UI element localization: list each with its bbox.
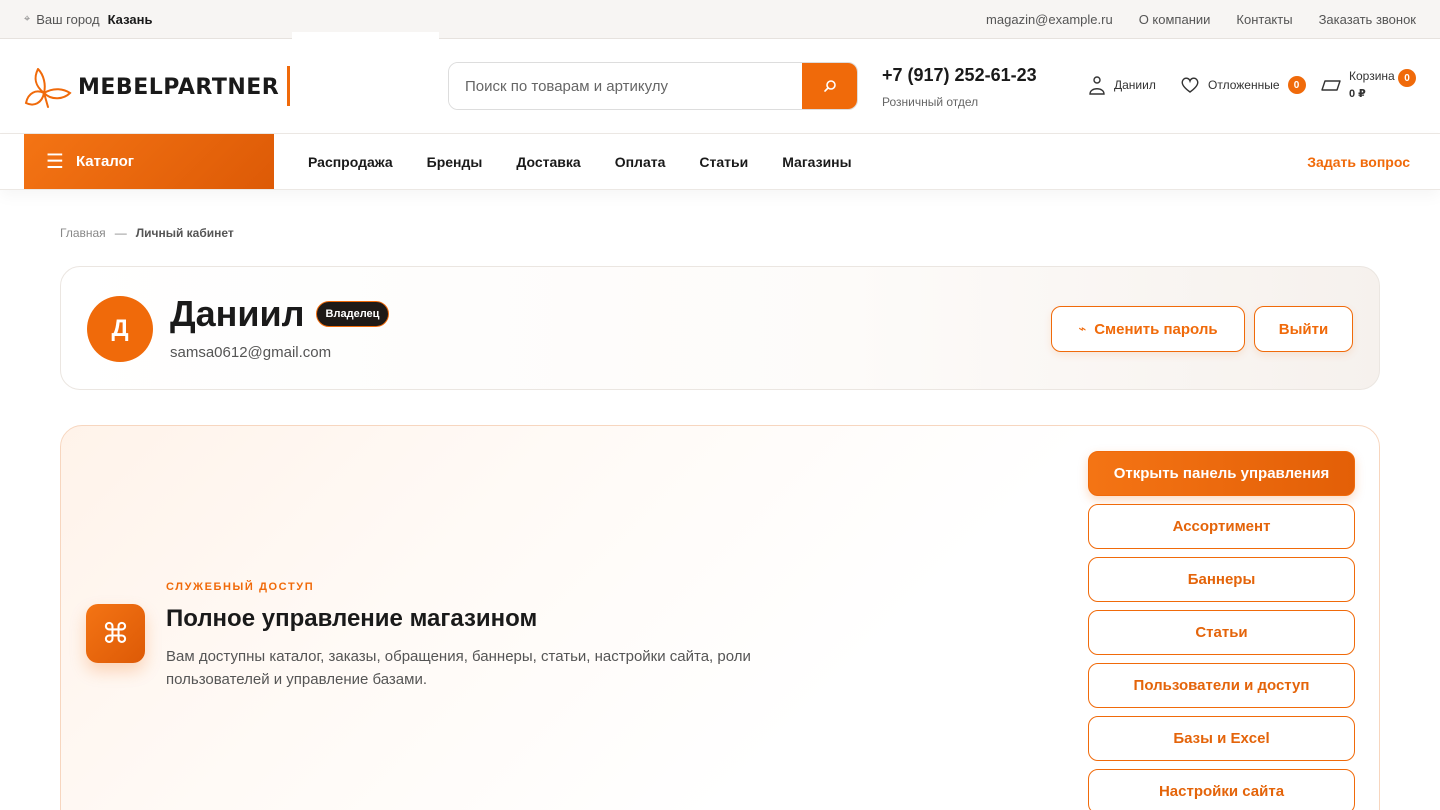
search-icon — [823, 80, 836, 92]
site-header: MEBELPARTNER +7 (917) 252-61-23 Розничны… — [0, 32, 1440, 134]
admin-description: Вам доступны каталог, заказы, обращения,… — [166, 648, 751, 688]
nav-item-payment[interactable]: Оплата — [615, 154, 666, 170]
header-tab-decoration — [292, 32, 439, 40]
city-selector[interactable]: ⌖ Ваш город Казань — [24, 12, 152, 27]
top-link-email[interactable]: magazin@example.ru — [986, 12, 1113, 27]
main-nav: ☰ Каталог Распродажа Бренды Доставка Опл… — [0, 134, 1440, 190]
cart-label: Корзина — [1349, 69, 1395, 83]
top-link-callback[interactable]: Заказать звонок — [1319, 12, 1416, 27]
breadcrumb-home[interactable]: Главная — [60, 226, 106, 240]
logout-button[interactable]: Выйти — [1254, 306, 1353, 352]
command-icon: ⌘ — [86, 604, 145, 663]
search-bar — [448, 62, 858, 110]
header-user-name: Даниил — [1114, 78, 1156, 92]
breadcrumb-current: Личный кабинет — [135, 226, 234, 240]
top-bar: ⌖ Ваш город Казань magazin@example.ru О … — [0, 0, 1440, 39]
logo-divider — [287, 66, 290, 106]
profile-email: samsa0612@gmail.com — [170, 344, 332, 361]
user-icon — [1089, 76, 1105, 95]
databases-excel-button[interactable]: Базы и Excel — [1088, 716, 1355, 761]
admin-access-card: ⌘ СЛУЖЕБНЫЙ ДОСТУП Полное управление маг… — [60, 425, 1380, 810]
avatar: Д — [87, 296, 153, 362]
nav-item-sale[interactable]: Распродажа — [308, 154, 393, 170]
nav-item-brands[interactable]: Бренды — [427, 154, 483, 170]
favorites-count-badge: 0 — [1287, 76, 1306, 94]
phone-block: +7 (917) 252-61-23 Розничный отдел — [882, 65, 1037, 109]
search-input[interactable] — [449, 63, 802, 109]
catalog-label: Каталог — [75, 153, 135, 170]
admin-kicker: СЛУЖЕБНЫЙ ДОСТУП — [166, 581, 315, 593]
nav-item-stores[interactable]: Магазины — [782, 154, 851, 170]
catalog-button[interactable]: ☰ Каталог — [24, 134, 274, 189]
cart-text: Корзина 0 ₽ — [1349, 69, 1395, 100]
location-icon: ⌖ — [24, 12, 31, 25]
phone-number[interactable]: +7 (917) 252-61-23 — [882, 65, 1037, 86]
assortment-button[interactable]: Ассортимент — [1088, 504, 1355, 549]
breadcrumb: Главная — Личный кабинет — [60, 226, 234, 240]
nav-links: Распродажа Бренды Доставка Оплата Статьи… — [308, 134, 852, 189]
banners-button[interactable]: Баннеры — [1088, 557, 1355, 602]
cart-icon — [1321, 79, 1341, 91]
heart-icon — [1181, 77, 1199, 93]
top-link-about[interactable]: О компании — [1139, 12, 1211, 27]
key-icon: ⌁ — [1078, 321, 1087, 336]
top-links: magazin@example.ru О компании Контакты З… — [986, 12, 1416, 27]
nav-item-delivery[interactable]: Доставка — [516, 154, 580, 170]
city-label: Ваш город — [36, 11, 100, 27]
admin-title: Полное управление магазином — [166, 605, 538, 632]
header-favorites[interactable]: Отложенные 0 — [1180, 75, 1306, 95]
profile-name: Даниил — [170, 293, 305, 334]
site-logo[interactable]: MEBELPARTNER — [24, 62, 279, 112]
profile-card: Д Даниил Владелец samsa0612@gmail.com ⌁ … — [60, 266, 1380, 390]
site-settings-button[interactable]: Настройки сайта — [1088, 769, 1355, 810]
cart-count-badge: 0 — [1398, 69, 1416, 87]
users-access-button[interactable]: Пользователи и доступ — [1088, 663, 1355, 708]
favorites-label: Отложенные — [1208, 78, 1280, 92]
menu-icon: ☰ — [46, 150, 64, 173]
open-panel-button[interactable]: Открыть панель управления — [1088, 451, 1355, 496]
admin-actions: Открыть панель управления Ассортимент Ба… — [1088, 451, 1355, 810]
breadcrumb-separator: — — [114, 226, 127, 240]
nav-item-articles[interactable]: Статьи — [699, 154, 748, 170]
ask-question-link[interactable]: Задать вопрос — [1307, 134, 1410, 189]
top-link-contacts[interactable]: Контакты — [1236, 12, 1292, 27]
cart-total: 0 ₽ — [1349, 88, 1366, 100]
logo-text: MEBELPARTNER — [78, 74, 280, 100]
butterfly-logo-icon — [24, 68, 72, 108]
profile-name-row: Даниил Владелец — [170, 293, 390, 335]
phone-subtitle: Розничный отдел — [882, 95, 979, 109]
change-password-label: Сменить пароль — [1094, 320, 1218, 338]
role-badge: Владелец — [315, 301, 390, 327]
header-cart[interactable]: Корзина 0 ₽ 0 — [1321, 69, 1416, 100]
header-user[interactable]: Даниил — [1088, 75, 1156, 95]
city-name[interactable]: Казань — [108, 12, 153, 27]
change-password-button[interactable]: ⌁ Сменить пароль — [1051, 306, 1245, 352]
search-button[interactable] — [802, 63, 857, 109]
articles-button[interactable]: Статьи — [1088, 610, 1355, 655]
